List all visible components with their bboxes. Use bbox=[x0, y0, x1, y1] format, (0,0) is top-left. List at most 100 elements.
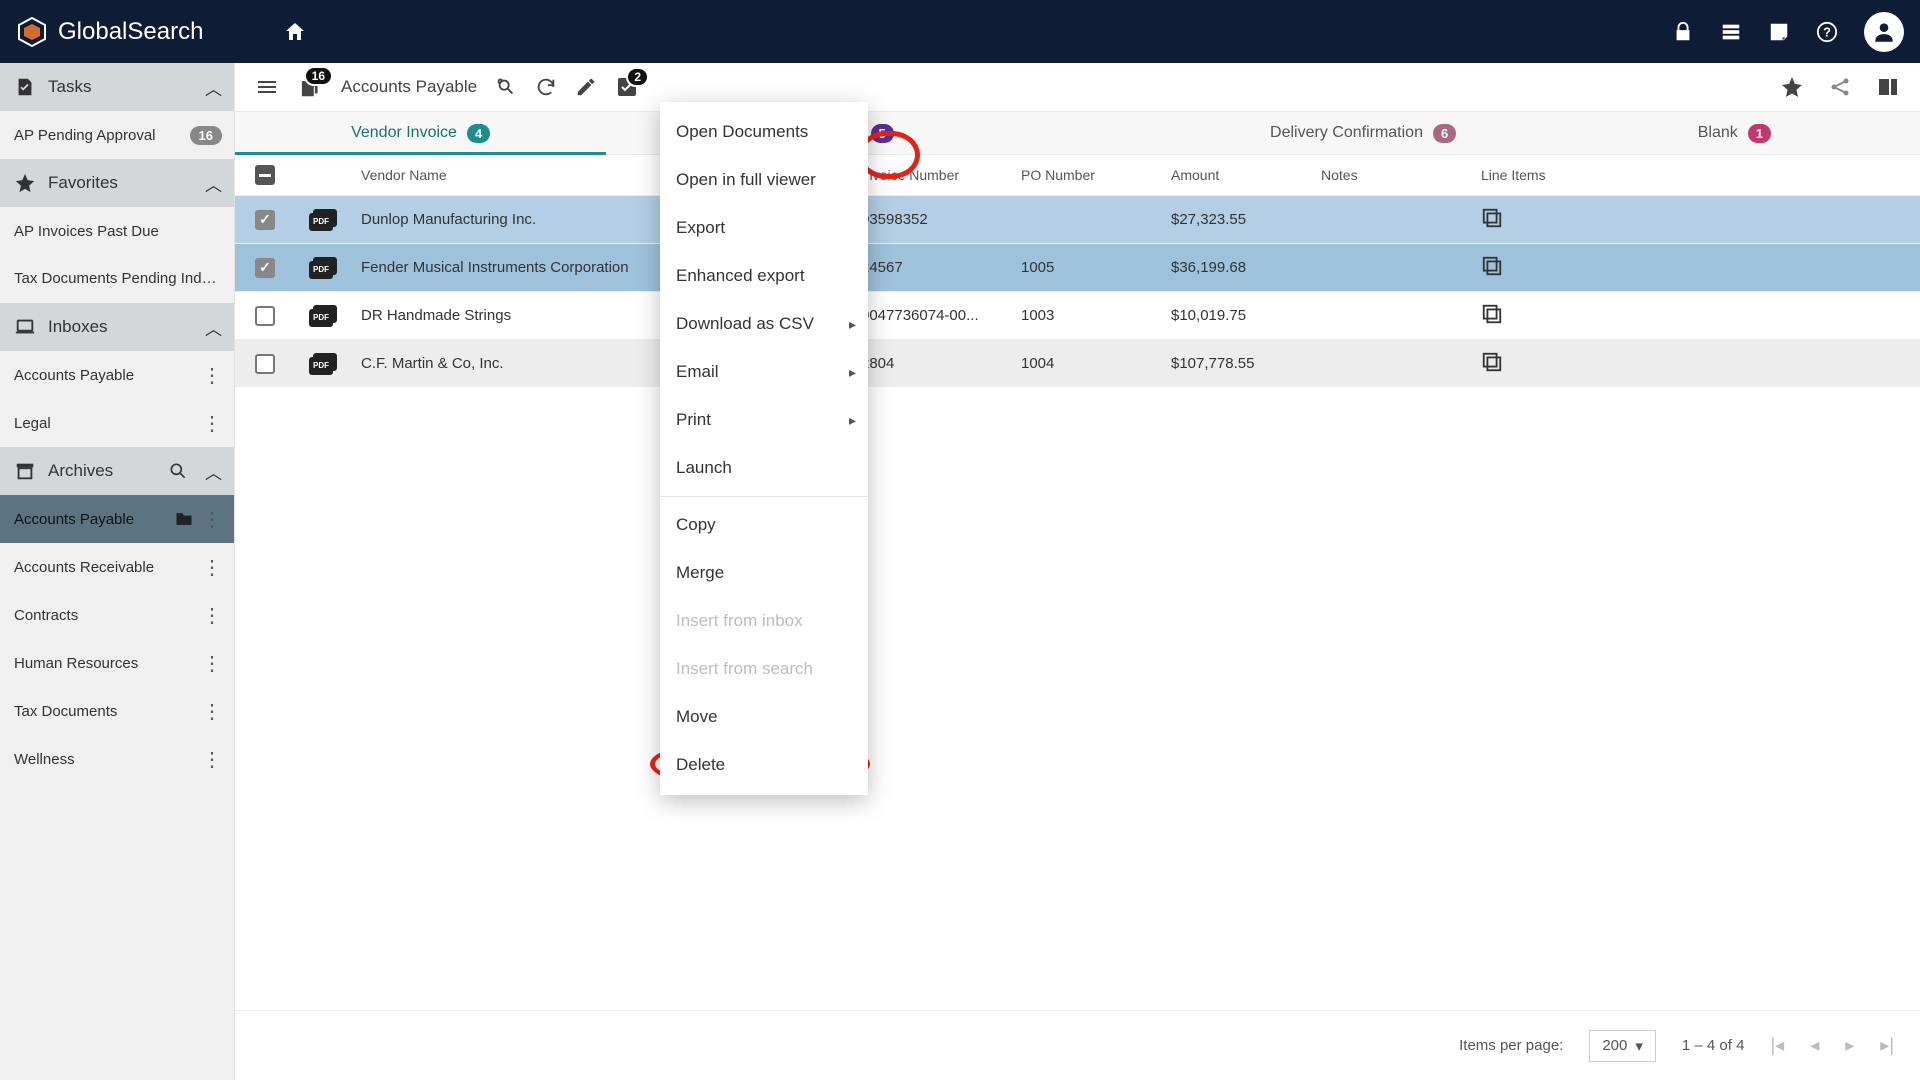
line-items-icon[interactable] bbox=[1481, 351, 1503, 373]
column-header[interactable]: PO Number bbox=[1011, 167, 1161, 183]
ctx-label: Print bbox=[676, 410, 711, 430]
lock-icon[interactable] bbox=[1672, 21, 1694, 43]
ctx-download-csv[interactable]: Download as CSV▸ bbox=[660, 300, 868, 348]
line-items-icon[interactable] bbox=[1481, 255, 1503, 277]
home-icon[interactable] bbox=[283, 20, 307, 44]
star-outline-icon[interactable] bbox=[1780, 75, 1804, 99]
row-checkbox[interactable] bbox=[255, 258, 275, 278]
pdf-stack-icon[interactable]: PDF bbox=[309, 305, 337, 327]
next-page-button[interactable]: ▸ bbox=[1845, 1035, 1854, 1056]
ctx-move[interactable]: Move bbox=[660, 693, 868, 741]
pdf-stack-icon[interactable]: PDF bbox=[309, 257, 337, 279]
selection-actions-button[interactable]: 2 bbox=[615, 75, 639, 99]
last-page-button[interactable]: ▸| bbox=[1880, 1035, 1894, 1056]
sidebar-section-favorites[interactable]: Favorites ︿ bbox=[0, 159, 234, 207]
share-icon[interactable] bbox=[1828, 75, 1852, 99]
column-header[interactable]: Notes bbox=[1311, 167, 1471, 183]
more-vert-icon[interactable]: ⋮ bbox=[202, 363, 222, 388]
count-badge: 5 bbox=[871, 124, 894, 143]
ctx-launch[interactable]: Launch bbox=[660, 444, 868, 492]
sidebar-item-inbox-accounts-payable[interactable]: Accounts Payable ⋮ bbox=[0, 351, 234, 399]
cell-vendor: Dunlop Manufacturing Inc. bbox=[351, 211, 691, 228]
more-vert-icon[interactable]: ⋮ bbox=[202, 507, 222, 532]
help-icon[interactable]: ? bbox=[1816, 21, 1838, 43]
ctx-export[interactable]: Export bbox=[660, 204, 868, 252]
items-per-page-label: Items per page: bbox=[1459, 1037, 1563, 1054]
ctx-open-documents[interactable]: Open Documents bbox=[660, 108, 868, 156]
select-all-checkbox[interactable] bbox=[255, 165, 275, 185]
table-row[interactable]: PDF Dunlop Manufacturing Inc. 11/19/2018… bbox=[235, 195, 1920, 243]
count-badge: 2 bbox=[626, 67, 649, 87]
table-row[interactable]: PDF DR Handmade Strings 11/16/2018 00477… bbox=[235, 291, 1920, 339]
tab-vendor-invoice[interactable]: Vendor Invoice 4 bbox=[235, 112, 606, 154]
items-per-page-select[interactable]: 200 ▾ bbox=[1589, 1030, 1656, 1062]
note-edit-icon[interactable] bbox=[1768, 21, 1790, 43]
first-page-button[interactable]: |◂ bbox=[1770, 1035, 1784, 1056]
more-vert-icon[interactable]: ⋮ bbox=[202, 555, 222, 580]
cell-po-number: 1004 bbox=[1011, 355, 1161, 372]
menu-icon[interactable] bbox=[255, 75, 279, 99]
tab-blank[interactable]: Blank 1 bbox=[1549, 112, 1920, 154]
table-row[interactable]: PDF C.F. Martin & Co, Inc. 11/19/2018 28… bbox=[235, 339, 1920, 387]
star-icon bbox=[14, 172, 36, 194]
table-row[interactable]: PDF Fender Musical Instruments Corporati… bbox=[235, 243, 1920, 291]
sidebar-item-archive-accounts-payable[interactable]: Accounts Payable ⋮ bbox=[0, 495, 234, 543]
sidebar-item-label: Accounts Receivable bbox=[14, 559, 154, 576]
search-icon[interactable] bbox=[168, 461, 188, 481]
ctx-enhanced-export[interactable]: Enhanced export bbox=[660, 252, 868, 300]
sidebar-item-tax-docs-pending[interactable]: Tax Documents Pending Inde... bbox=[0, 255, 234, 303]
column-header[interactable]: Amount bbox=[1161, 167, 1311, 183]
ctx-merge[interactable]: Merge bbox=[660, 549, 868, 597]
account-avatar-icon[interactable] bbox=[1864, 12, 1904, 52]
ctx-label: Launch bbox=[676, 458, 732, 478]
row-checkbox[interactable] bbox=[255, 354, 275, 374]
tab-delivery-confirmation[interactable]: Delivery Confirmation 6 bbox=[1178, 112, 1549, 154]
sidebar-item-label: Wellness bbox=[14, 751, 75, 768]
count-badge: 6 bbox=[1433, 124, 1456, 143]
more-vert-icon[interactable]: ⋮ bbox=[202, 747, 222, 772]
pdf-stack-icon[interactable]: PDF bbox=[309, 209, 337, 231]
chevron-up-icon: ︿ bbox=[205, 75, 222, 100]
sidebar-item-inbox-legal[interactable]: Legal ⋮ bbox=[0, 399, 234, 447]
ctx-delete[interactable]: Delete bbox=[660, 741, 868, 789]
chevron-up-icon: ︿ bbox=[205, 459, 222, 484]
column-header[interactable]: Vendor Name bbox=[351, 167, 691, 183]
sidebar-item-archive-hr[interactable]: Human Resources ⋮ bbox=[0, 639, 234, 687]
storage-icon[interactable] bbox=[1720, 21, 1742, 43]
cell-invoice-number: 2804 bbox=[851, 355, 1011, 372]
cell-amount: $36,199.68 bbox=[1161, 259, 1311, 276]
sidebar-section-inboxes[interactable]: Inboxes ︿ bbox=[0, 303, 234, 351]
find-replace-icon[interactable] bbox=[495, 76, 517, 98]
sidebar-item-archive-wellness[interactable]: Wellness ⋮ bbox=[0, 735, 234, 783]
column-header[interactable]: Line Items bbox=[1471, 167, 1591, 183]
pdf-stack-icon[interactable]: PDF bbox=[309, 353, 337, 375]
panel-toggle-icon[interactable] bbox=[1876, 75, 1900, 99]
sidebar-item-archive-contracts[interactable]: Contracts ⋮ bbox=[0, 591, 234, 639]
sidebar-item-archive-accounts-receivable[interactable]: Accounts Receivable ⋮ bbox=[0, 543, 234, 591]
sidebar-section-tasks[interactable]: Tasks ︿ bbox=[0, 63, 234, 111]
ctx-label: Open Documents bbox=[676, 122, 808, 142]
multi-docs-icon[interactable]: 16 bbox=[297, 74, 323, 100]
ctx-print[interactable]: Print▸ bbox=[660, 396, 868, 444]
prev-page-button[interactable]: ◂ bbox=[1810, 1035, 1819, 1056]
refresh-icon[interactable] bbox=[535, 76, 557, 98]
row-checkbox[interactable] bbox=[255, 306, 275, 326]
more-vert-icon[interactable]: ⋮ bbox=[202, 651, 222, 676]
ctx-open-full-viewer[interactable]: Open in full viewer bbox=[660, 156, 868, 204]
cell-vendor: Fender Musical Instruments Corporation bbox=[351, 259, 691, 276]
line-items-icon[interactable] bbox=[1481, 207, 1503, 229]
sidebar-section-archives[interactable]: Archives ︿ bbox=[0, 447, 234, 495]
ctx-email[interactable]: Email▸ bbox=[660, 348, 868, 396]
cell-vendor: C.F. Martin & Co, Inc. bbox=[351, 355, 691, 372]
row-checkbox[interactable] bbox=[255, 210, 275, 230]
ctx-copy[interactable]: Copy bbox=[660, 501, 868, 549]
column-header[interactable]: Invoice Number bbox=[851, 167, 1011, 183]
line-items-icon[interactable] bbox=[1481, 303, 1503, 325]
sidebar-item-archive-tax-documents[interactable]: Tax Documents ⋮ bbox=[0, 687, 234, 735]
edit-icon[interactable] bbox=[575, 76, 597, 98]
more-vert-icon[interactable]: ⋮ bbox=[202, 603, 222, 628]
sidebar-item-ap-invoices-past-due[interactable]: AP Invoices Past Due bbox=[0, 207, 234, 255]
more-vert-icon[interactable]: ⋮ bbox=[202, 699, 222, 724]
more-vert-icon[interactable]: ⋮ bbox=[202, 411, 222, 436]
sidebar-item-ap-pending-approval[interactable]: AP Pending Approval 16 bbox=[0, 111, 234, 159]
